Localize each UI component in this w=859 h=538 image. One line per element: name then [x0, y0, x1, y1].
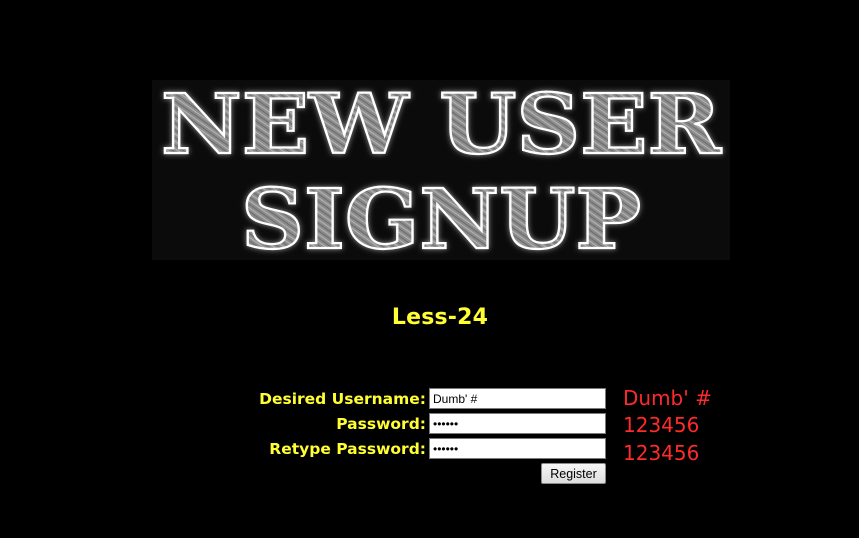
new-user-signup-banner: NEW USER SIGNUP: [152, 80, 730, 260]
retype-password-echo: 123456: [623, 441, 700, 465]
retype-password-label: Retype Password:: [269, 440, 426, 458]
username-echo: Dumb' #: [623, 386, 712, 410]
username-label: Desired Username:: [259, 390, 426, 408]
retype-password-input[interactable]: [429, 438, 606, 459]
password-input[interactable]: [429, 413, 606, 434]
banner-line-1: NEW USER: [161, 80, 722, 173]
username-input[interactable]: [429, 388, 606, 409]
banner-image: NEW USER SIGNUP: [160, 80, 723, 260]
password-echo: 123456: [623, 413, 700, 437]
level-title: Less-24: [391, 305, 489, 330]
banner-line-2: SIGNUP: [241, 172, 641, 260]
signup-page: NEW USER SIGNUP Less-24 Desired Username…: [0, 0, 859, 538]
register-button[interactable]: Register: [541, 463, 606, 484]
password-label: Password:: [336, 415, 426, 433]
